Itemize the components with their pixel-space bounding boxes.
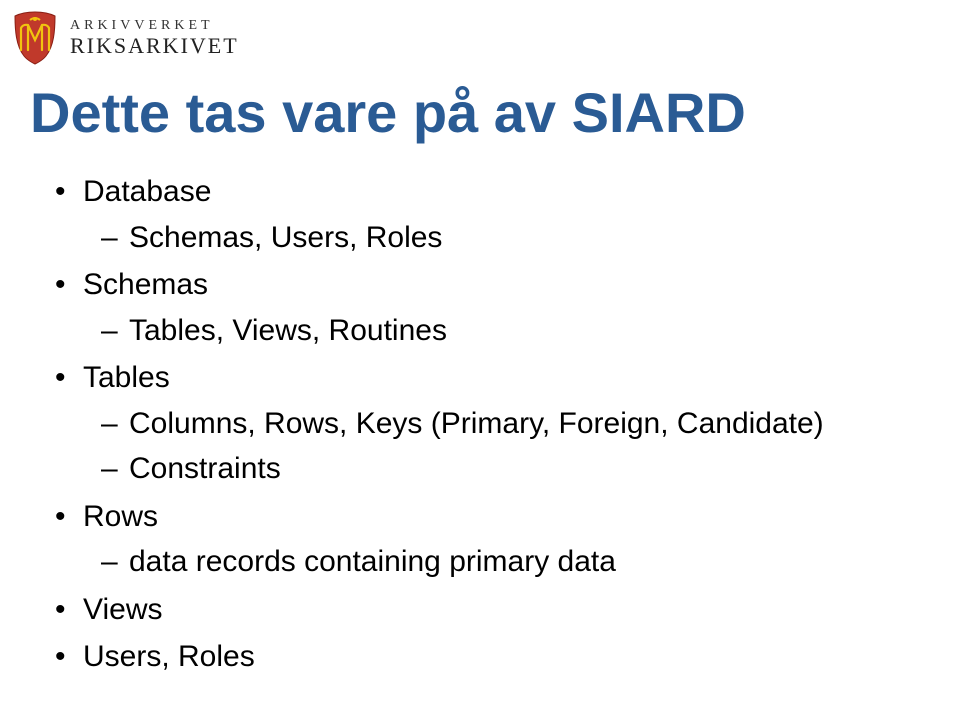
list-item: Schemas Tables, Views, Routines [55,263,824,352]
list-item: Database Schemas, Users, Roles [55,170,824,259]
list-item-label: Tables [83,361,170,394]
list-item: Rows data records containing primary dat… [55,495,824,584]
list-item-label: Users, Roles [83,640,255,673]
list-item-label: Database [83,175,211,208]
brand-text: ARKIVVERKET RIKSARKIVET [70,19,239,57]
list-subitem-label: Constraints [129,452,281,485]
crest-icon [10,10,60,66]
brand-top: ARKIVVERKET [70,19,239,34]
list-item: Users, Roles [55,635,824,679]
slide-title: Dette tas vare på av SIARD [30,80,746,145]
list-subitem: Schemas, Users, Roles [101,216,824,260]
list-subitem: Columns, Rows, Keys (Primary, Foreign, C… [101,402,824,446]
slide: ARKIVVERKET RIKSARKIVET Dette tas vare p… [0,0,960,727]
slide-content: Database Schemas, Users, Roles Schemas T… [55,170,824,683]
list-subitem-label: Columns, Rows, Keys (Primary, Foreign, C… [129,407,824,440]
brand-bottom: RIKSARKIVET [70,34,239,57]
list-subitem: data records containing primary data [101,540,824,584]
list-item-label: Schemas [83,268,208,301]
list-item-label: Views [83,593,162,626]
list-item: Views [55,588,824,632]
list-subitem: Tables, Views, Routines [101,309,824,353]
list-subitem-label: Tables, Views, Routines [129,314,447,347]
list-subitem-label: Schemas, Users, Roles [129,221,442,254]
list-subitem: Constraints [101,447,824,491]
list-item-label: Rows [83,500,158,533]
logo-area: ARKIVVERKET RIKSARKIVET [10,10,239,66]
list-item: Tables Columns, Rows, Keys (Primary, For… [55,356,824,491]
list-subitem-label: data records containing primary data [129,545,616,578]
